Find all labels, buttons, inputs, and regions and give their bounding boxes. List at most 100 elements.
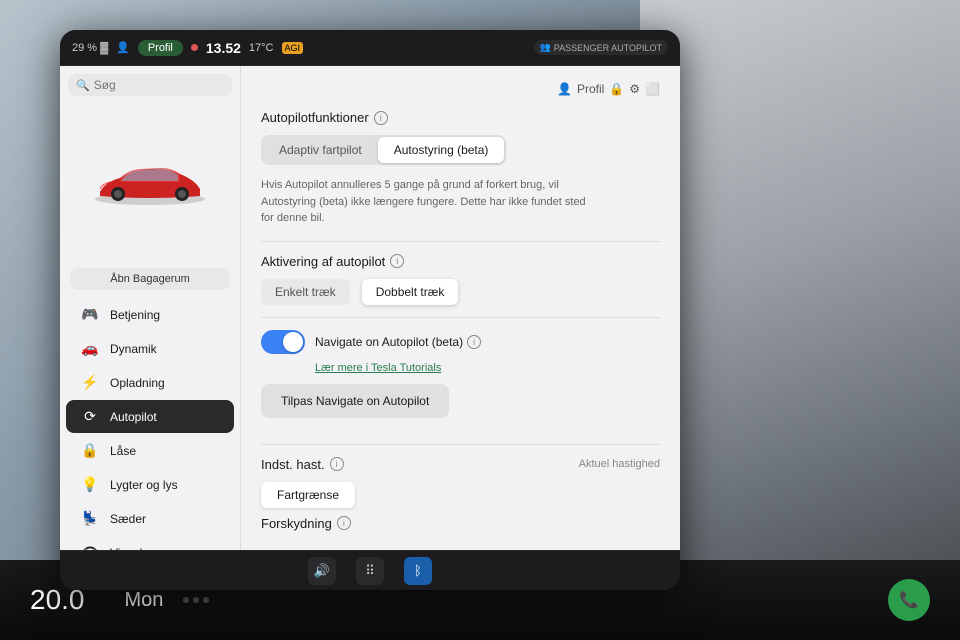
speed-options: Fartgrænse: [261, 482, 660, 508]
trunk-label: Bagagerum: [133, 273, 190, 285]
activation-single[interactable]: Enkelt træk: [261, 279, 350, 305]
sidebar-item-visuel[interactable]: 👁 Visuel: [66, 536, 234, 550]
sidebar-item-lygter[interactable]: 💡 Lygter og lys: [66, 468, 234, 501]
passenger-icon: 👥: [540, 42, 551, 53]
sidebar-item-autopilot[interactable]: ⟳ Autopilot: [66, 400, 234, 433]
autopilot-tab-group: Adaptiv fartpilot Autostyring (beta): [261, 135, 506, 165]
sidebar-item-saeder[interactable]: 💺 Sæder: [66, 502, 234, 535]
sidebar-item-dynamik[interactable]: 🚗 Dynamik: [66, 332, 234, 365]
divider-2: [261, 317, 660, 318]
sidebar: 🔍 Åbn Bagager: [60, 66, 240, 550]
sidebar-item-opladning[interactable]: ⚡ Opladning: [66, 366, 234, 399]
tab-autosteer[interactable]: Autostyring (beta): [378, 137, 505, 163]
battery-value: 29 %: [72, 42, 97, 54]
laase-icon: 🔒: [80, 442, 100, 459]
open-label: Åbn: [110, 273, 130, 285]
saeder-label: Sæder: [110, 512, 146, 526]
lygter-icon: 💡: [80, 476, 100, 493]
divider-3: [261, 444, 660, 445]
main-area: 🔍 Åbn Bagager: [60, 66, 680, 550]
autopilot-icon: ⟳: [80, 408, 100, 425]
lygter-label: Lygter og lys: [110, 478, 178, 492]
customize-button[interactable]: Tilpas Navigate on Autopilot: [261, 384, 449, 418]
laase-label: Låse: [110, 444, 136, 458]
profile-label: Profil: [148, 42, 173, 54]
agi-badge: AGI: [282, 42, 304, 54]
grid-icon: ⠿: [365, 563, 375, 579]
status-time: 13.52: [206, 40, 241, 56]
bottom-dots: [183, 597, 209, 603]
saeder-icon: 💺: [80, 510, 100, 527]
toggle-knob: [283, 332, 303, 352]
call-button[interactable]: 📞: [888, 579, 930, 621]
taskbar-volume[interactable]: 🔊: [308, 557, 336, 585]
offset-title-text: Forskydning: [261, 516, 332, 531]
header-profile-label: Profil: [577, 82, 604, 96]
autopilot-functions-title: Autopilotfunktioner i: [261, 110, 660, 125]
search-input[interactable]: [94, 78, 224, 92]
header-expand-icon: ⬜: [645, 82, 660, 96]
bluetooth-icon: ᛒ: [414, 563, 422, 578]
speed-current-label: Aktuel hastighed: [579, 458, 660, 470]
car-image-area: [60, 104, 240, 264]
navigate-link[interactable]: Lær mere i Tesla Tutorials: [315, 362, 660, 374]
sidebar-item-betjening[interactable]: 🎮 Betjening: [66, 298, 234, 331]
content-panel: 👤 Profil 🔒 ⚙ ⬜ Autopilotfunktioner i Ada…: [240, 66, 680, 550]
header-profile-icon: 👤: [557, 82, 572, 96]
car-image: [90, 154, 210, 214]
volume-icon: 🔊: [314, 563, 330, 579]
offset-info-icon[interactable]: i: [337, 516, 351, 530]
taskbar-grid[interactable]: ⠿: [356, 557, 384, 585]
status-dot-red: [191, 44, 198, 51]
autopilot-description: Hvis Autopilot annulleres 5 gange på gru…: [261, 177, 601, 227]
dot-3: [203, 597, 209, 603]
status-bar: 29 % ▓ 👤 Profil 13.52 17°C AGI 👥 PASSENG…: [60, 30, 680, 66]
speed-limit-option[interactable]: Fartgrænse: [261, 482, 355, 508]
battery-indicator: 29 % ▓: [72, 42, 108, 54]
navigate-info-icon[interactable]: i: [467, 335, 481, 349]
activation-info-icon[interactable]: i: [390, 254, 404, 268]
activation-options: Enkelt træk Dobbelt træk: [261, 279, 660, 305]
mon-label: Mon: [125, 589, 164, 612]
opladning-label: Opladning: [110, 376, 165, 390]
dynamik-label: Dynamik: [110, 342, 157, 356]
autopilot-label: Autopilot: [110, 410, 157, 424]
profile-button[interactable]: Profil: [138, 40, 183, 56]
visuel-label: Visuel: [110, 546, 142, 551]
dot-2: [193, 597, 199, 603]
status-temp: 17°C: [249, 42, 274, 54]
betjening-icon: 🎮: [80, 306, 100, 323]
navigate-toggle[interactable]: [261, 330, 305, 354]
taskbar: 🔊 ⠿ ᛒ: [60, 550, 680, 590]
speed-info-icon[interactable]: i: [330, 457, 344, 471]
header-lock-icon: 🔒: [609, 82, 624, 96]
sidebar-item-laase[interactable]: 🔒 Låse: [66, 434, 234, 467]
header-settings-icon: ⚙: [629, 82, 640, 96]
passenger-label: PASSENGER AUTOPILOT: [554, 43, 662, 53]
header-profile: 👤 Profil 🔒 ⚙ ⬜: [557, 82, 660, 96]
search-icon: 🔍: [76, 79, 90, 92]
sidebar-search-container[interactable]: 🔍: [68, 74, 232, 96]
betjening-label: Betjening: [110, 308, 160, 322]
speed-title-text: Indst. hast.: [261, 457, 325, 472]
battery-icon: ▓: [100, 42, 108, 54]
offset-title: Forskydning i: [261, 516, 660, 531]
activation-title-text: Aktivering af autopilot: [261, 254, 385, 269]
opladning-icon: ⚡: [80, 374, 100, 391]
trunk-button[interactable]: Åbn Bagagerum: [70, 268, 230, 290]
status-right: 👥 PASSENGER AUTOPILOT: [534, 40, 668, 55]
passenger-button[interactable]: 👥 PASSENGER AUTOPILOT: [534, 40, 668, 55]
autopilot-info-icon[interactable]: i: [374, 111, 388, 125]
dot-1: [183, 597, 189, 603]
navigate-toggle-row: Navigate on Autopilot (beta) i: [261, 330, 660, 354]
taskbar-bluetooth[interactable]: ᛒ: [404, 557, 432, 585]
navigate-label: Navigate on Autopilot (beta) i: [315, 335, 481, 349]
dynamik-icon: 🚗: [80, 340, 100, 357]
tab-adaptive[interactable]: Adaptiv fartpilot: [263, 137, 378, 163]
activation-double[interactable]: Dobbelt træk: [362, 279, 459, 305]
tesla-screen: 29 % ▓ 👤 Profil 13.52 17°C AGI 👥 PASSENG…: [60, 30, 680, 590]
speed-title: Indst. hast. i Aktuel hastighed: [261, 457, 660, 472]
divider-1: [261, 241, 660, 242]
call-icon: 📞: [899, 590, 919, 610]
content-header: 👤 Profil 🔒 ⚙ ⬜: [261, 82, 660, 96]
